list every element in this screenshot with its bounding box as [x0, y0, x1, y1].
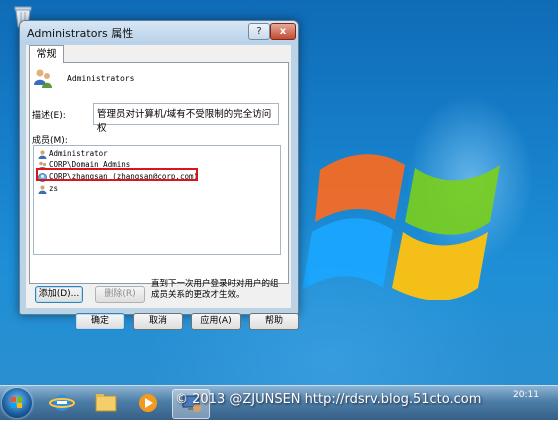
dialog-client: 常规 Administrators 描述(E): 管理员对计算机/域有不受限制的…	[26, 45, 299, 330]
cancel-button[interactable]: 取消	[133, 313, 183, 330]
help-button[interactable]: 帮助	[249, 313, 299, 330]
windows-logo-decoration	[302, 154, 500, 300]
add-button[interactable]: 添加(D)...	[35, 286, 83, 303]
user-icon	[38, 185, 47, 194]
watermark-text: © 2013 @ZJUNSEN http://rdsrv.blog.51cto.…	[175, 392, 482, 407]
member-item[interactable]: zs	[38, 183, 58, 194]
internet-explorer-icon	[49, 395, 75, 411]
member-name: zs	[49, 184, 59, 193]
start-button[interactable]	[2, 388, 32, 418]
help-title-button[interactable]: ?	[248, 23, 270, 40]
window-title: Administrators 属性	[27, 27, 134, 40]
description-input[interactable]: 管理员对计算机/域有不受限制的完全访问权	[93, 103, 279, 134]
user-group-icon	[34, 69, 52, 88]
apply-button[interactable]: 应用(A)	[191, 313, 241, 330]
taskbar-media-player[interactable]	[130, 389, 166, 417]
member-name: Administrator	[49, 149, 108, 158]
user-icon	[38, 150, 47, 159]
member-item[interactable]: Administrator	[38, 148, 108, 159]
ok-button[interactable]: 确定	[75, 313, 125, 330]
highlight-annotation	[36, 168, 198, 181]
description-label: 描述(E):	[32, 111, 66, 121]
remove-button[interactable]: 删除(R)	[95, 286, 145, 303]
taskbar-ie[interactable]	[44, 389, 80, 417]
properties-dialog: Administrators 属性 ? x 常规 Administrators …	[19, 20, 299, 330]
media-player-icon	[139, 394, 157, 412]
close-button[interactable]: x	[270, 23, 296, 40]
members-list[interactable]: Administrator CORP\Domain Admins CORP\zh…	[33, 145, 281, 255]
membership-note: 直到下一次用户登录时对用户的组成员关系的更改才生效。	[151, 279, 279, 300]
windows-start-icon	[11, 397, 22, 408]
taskbar-explorer[interactable]	[88, 389, 124, 417]
tab-general[interactable]: 常规	[29, 45, 64, 63]
group-name: Administrators	[67, 74, 135, 83]
folder-icon	[95, 394, 117, 412]
title-bar[interactable]: Administrators 属性 ? x	[20, 21, 298, 43]
clock[interactable]: 20:11	[506, 390, 546, 400]
